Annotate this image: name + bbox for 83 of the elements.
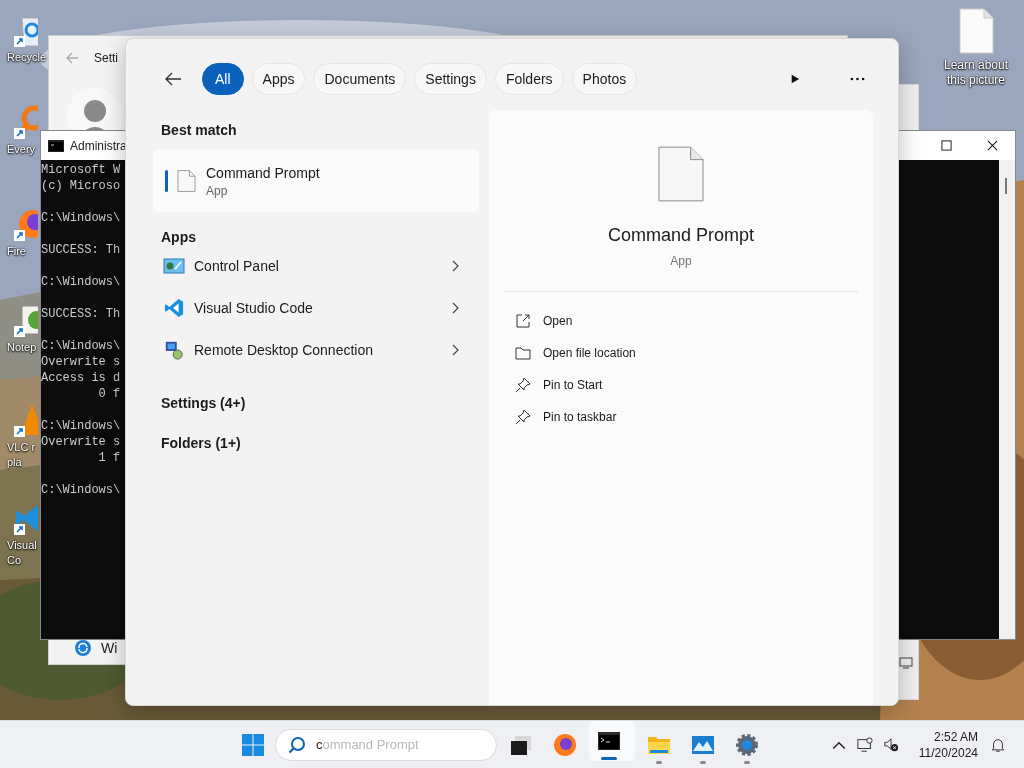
scrollbar[interactable] <box>999 160 1015 639</box>
result-item[interactable]: Visual Studio Code <box>153 287 479 329</box>
filter-tab[interactable]: Folders <box>494 63 564 95</box>
window-icon <box>899 657 913 669</box>
console-line: C:\Windows\ <box>41 482 121 498</box>
taskbar-button[interactable] <box>589 721 635 761</box>
app-type: App <box>670 254 692 268</box>
console-line: Overwrite s <box>41 354 121 370</box>
section-heading[interactable]: Folders (1+) <box>161 435 241 451</box>
external-link-icon <box>515 313 531 329</box>
chevron-right-icon[interactable] <box>451 344 459 356</box>
maximize-icon[interactable] <box>941 140 952 151</box>
window-title: Setti <box>94 51 118 65</box>
action-item[interactable]: Open file location <box>515 337 642 369</box>
play-icon[interactable] <box>790 73 800 85</box>
chevron-right-icon[interactable] <box>451 302 459 314</box>
result-type: App <box>206 183 229 198</box>
shortcut-label: Recycle <box>6 50 47 65</box>
document-icon <box>658 145 704 203</box>
section-heading[interactable]: Settings (4+) <box>161 395 246 411</box>
search-field[interactable]: command Prompt <box>275 728 497 761</box>
section-heading: Best match <box>161 122 237 138</box>
filter-tab[interactable]: All <box>202 63 244 95</box>
console-line: C:\Windows\ <box>41 418 121 434</box>
result-title: Command Prompt <box>206 164 320 181</box>
console-line: Microsoft W <box>41 162 121 178</box>
scroll-thumb[interactable] <box>1005 178 1007 194</box>
action-item[interactable]: Pin to Start <box>515 369 609 401</box>
settings-icon <box>735 732 759 757</box>
shortcut-label: Fire <box>6 244 26 259</box>
chevron-right-icon[interactable] <box>451 260 459 272</box>
console-line: C:\Windows\ <box>41 274 121 290</box>
app-title: Command Prompt <box>607 225 755 246</box>
sync-icon[interactable] <box>75 640 91 656</box>
control-panel-icon <box>163 256 185 276</box>
speaker-muted-icon[interactable] <box>882 736 899 753</box>
action-item[interactable]: Open <box>515 305 579 337</box>
console-line: Access is d <box>41 370 121 386</box>
result-item[interactable]: Command Prompt App <box>153 150 479 212</box>
console-line: 1 f <box>97 450 121 466</box>
shortcut-label: this picture <box>947 73 1005 88</box>
browser-icon <box>553 732 577 757</box>
console-line: C:\Windows\ <box>41 210 121 226</box>
pin-icon <box>515 409 531 425</box>
start-icon[interactable] <box>241 732 265 757</box>
console-line: SUCCESS: Th <box>41 306 121 322</box>
bell-icon[interactable] <box>990 736 1006 753</box>
menu-item[interactable]: Wi <box>101 640 118 656</box>
shortcut-label: Notep <box>6 340 37 355</box>
code-editor-icon <box>163 298 185 318</box>
console-line: Overwrite s <box>41 434 121 450</box>
console-line: C:\Windows\ <box>41 338 121 354</box>
shortcut-label: Co <box>6 553 22 568</box>
filter-tab[interactable]: Photos <box>571 63 638 95</box>
console-line: SUCCESS: Th <box>41 242 121 258</box>
shortcut-label: Every <box>6 142 36 157</box>
result-item[interactable]: Remote Desktop Connection <box>153 329 479 371</box>
monitor-icon[interactable] <box>856 736 873 753</box>
shortcut-label: Visual <box>6 538 37 553</box>
search-icon <box>288 735 306 754</box>
filter-tab[interactable]: Apps <box>251 63 306 95</box>
filter-tab[interactable]: Documents <box>313 63 407 95</box>
shortcut-label: Learn about <box>943 58 1009 73</box>
pin-icon <box>515 377 531 393</box>
console-line: (c) Microso <box>41 178 121 194</box>
shortcut-label: VLC r <box>6 440 36 455</box>
folder-icon <box>515 345 531 361</box>
more-icon[interactable] <box>850 77 865 81</box>
close-icon[interactable] <box>987 140 998 151</box>
back-arrow-icon[interactable] <box>164 70 182 88</box>
action-item[interactable]: Pin to taskbar <box>515 401 623 433</box>
document-icon <box>177 169 196 193</box>
window-title: Administra <box>70 138 127 153</box>
terminal-icon <box>48 139 64 152</box>
terminal-icon <box>597 729 621 753</box>
traffic-cone-icon[interactable] <box>14 402 38 438</box>
remote-desktop-icon <box>163 340 185 360</box>
console-line: 0 f <box>97 386 121 402</box>
section-heading: Apps <box>161 229 196 245</box>
filter-tab[interactable]: Settings <box>414 63 487 95</box>
result-item[interactable]: Control Panel <box>153 245 479 287</box>
shortcut-label: pla <box>6 455 22 470</box>
clock[interactable]: 2:52 AM 11/20/2024 <box>918 728 978 761</box>
